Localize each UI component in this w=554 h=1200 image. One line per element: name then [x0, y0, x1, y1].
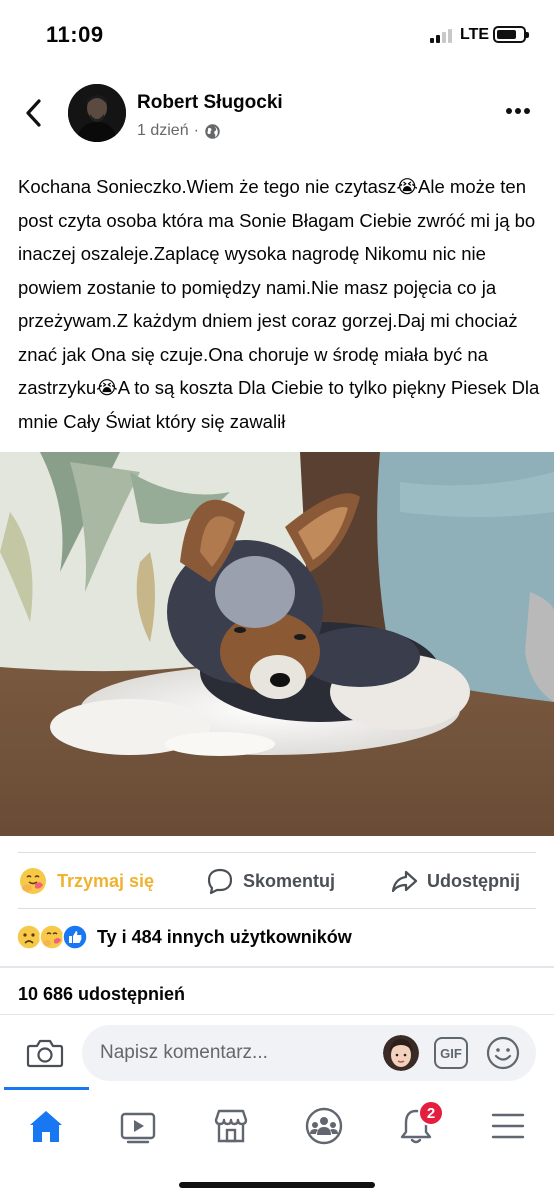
- more-options-icon[interactable]: [506, 108, 534, 116]
- home-indicator: [179, 1182, 375, 1188]
- comment-bar: GIF: [0, 1014, 554, 1090]
- menu-icon[interactable]: [488, 1106, 528, 1146]
- watch-icon[interactable]: [118, 1106, 158, 1146]
- globe-icon: [205, 123, 220, 139]
- gif-icon[interactable]: GIF: [434, 1037, 468, 1069]
- reactions-text: Ty i 484 innych użytkowników: [97, 926, 352, 947]
- active-tab-indicator: [4, 1087, 89, 1090]
- comment-button[interactable]: Skomentuj: [206, 858, 335, 904]
- react-label: Trzymaj się: [57, 870, 155, 891]
- camera-icon[interactable]: [26, 1037, 64, 1069]
- groups-icon[interactable]: [304, 1106, 344, 1146]
- post-photo[interactable]: [0, 452, 554, 836]
- post-header: Robert Sługocki 1 dzień ·: [0, 80, 554, 150]
- post-time[interactable]: 1 dzień: [137, 122, 189, 140]
- bottom-nav: [0, 1087, 554, 1162]
- react-button[interactable]: Trzymaj się: [18, 858, 154, 904]
- shares-count[interactable]: 10 686 udostępnień: [18, 984, 185, 1005]
- author-name[interactable]: Robert Sługocki: [137, 92, 283, 114]
- like-icon: [62, 924, 88, 950]
- divider: [18, 908, 536, 909]
- emoji-icon[interactable]: [485, 1035, 521, 1071]
- divider: [0, 966, 554, 968]
- meta-separator: ·: [193, 122, 199, 139]
- post-meta: 1 dzień ·: [137, 122, 221, 140]
- user-avatar-sticker-icon[interactable]: [383, 1035, 419, 1071]
- status-bar: 11:09 LTE: [0, 0, 554, 70]
- marketplace-icon[interactable]: [211, 1106, 251, 1146]
- care-emoji-icon: [20, 868, 46, 894]
- comment-icon: [207, 868, 233, 895]
- signal-icon: [430, 27, 456, 43]
- post-actions: Trzymaj się Skomentuj Udostępnij: [0, 858, 554, 904]
- notification-badge: 2: [418, 1100, 444, 1126]
- share-icon: [391, 870, 418, 893]
- author-avatar[interactable]: [68, 84, 126, 142]
- post-text: Kochana Sonieczko.Wiem że tego nie czyta…: [18, 176, 540, 432]
- share-label: Udostępnij: [427, 870, 520, 891]
- back-icon[interactable]: [22, 98, 46, 128]
- comment-label: Skomentuj: [243, 870, 336, 891]
- divider: [18, 852, 536, 853]
- network-type: LTE: [460, 26, 490, 43]
- reactions-summary[interactable]: Ty i 484 innych użytkowników: [16, 921, 352, 953]
- status-time: 11:09: [46, 22, 104, 47]
- home-icon[interactable]: [26, 1106, 66, 1146]
- battery-icon: [493, 26, 529, 43]
- share-button[interactable]: Udostępnij: [390, 858, 520, 904]
